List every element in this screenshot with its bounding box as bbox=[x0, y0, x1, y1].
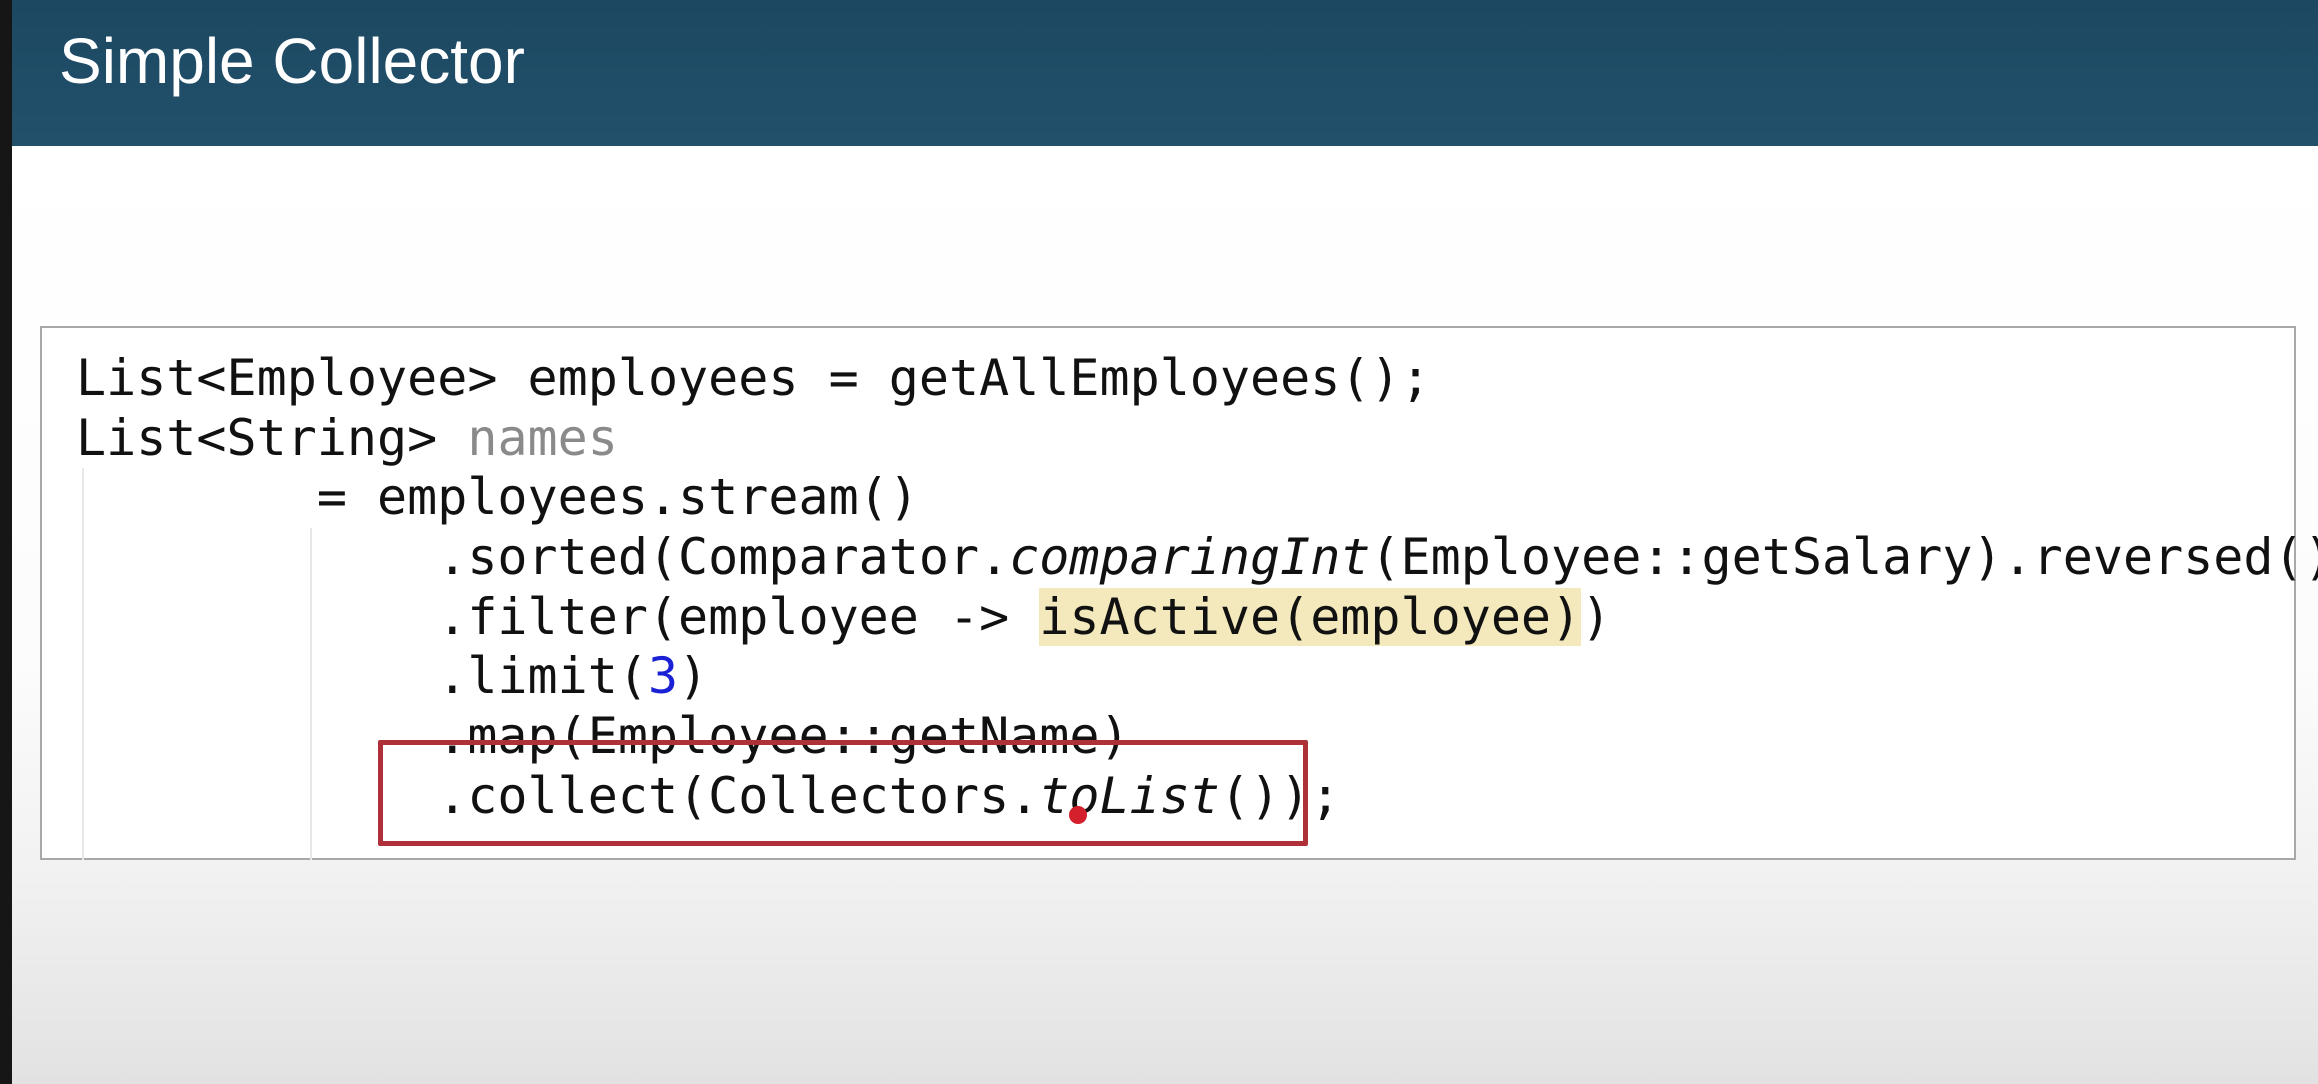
code-line-1: List<Employee> employees = getAllEmploye… bbox=[76, 349, 1431, 407]
code-token-method: comparingInt bbox=[1009, 528, 1371, 586]
slide-title: Simple Collector bbox=[59, 25, 525, 97]
code-line-3: = employees.stream() bbox=[76, 468, 919, 526]
window-edge bbox=[0, 0, 12, 1084]
annotation-box bbox=[378, 740, 1308, 846]
code-token: .limit( bbox=[76, 647, 648, 705]
slide-header: Simple Collector bbox=[12, 0, 2318, 152]
code-token: (Employee::getSalary).reversed()) bbox=[1370, 528, 2318, 586]
code-token-highlighted: isActive(employee) bbox=[1039, 588, 1582, 646]
code-token: List<String> bbox=[76, 409, 468, 467]
code-token: .sorted(Comparator. bbox=[76, 528, 1010, 586]
laser-pointer-dot bbox=[1069, 806, 1087, 824]
code-token: ) bbox=[678, 647, 709, 705]
code-line-4: .sorted(Comparator.comparingInt(Employee… bbox=[76, 527, 2318, 587]
code-line-5: .filter(employee -> isActive(employee)) bbox=[76, 587, 1611, 647]
code-line-6: .limit(3) bbox=[76, 646, 708, 706]
code-token-variable: names bbox=[467, 409, 618, 467]
code-line-2: List<String> names bbox=[76, 408, 618, 468]
code-token: .filter(employee -> bbox=[76, 588, 1040, 646]
code-token: ) bbox=[1581, 588, 1612, 646]
code-token-number: 3 bbox=[647, 647, 679, 705]
